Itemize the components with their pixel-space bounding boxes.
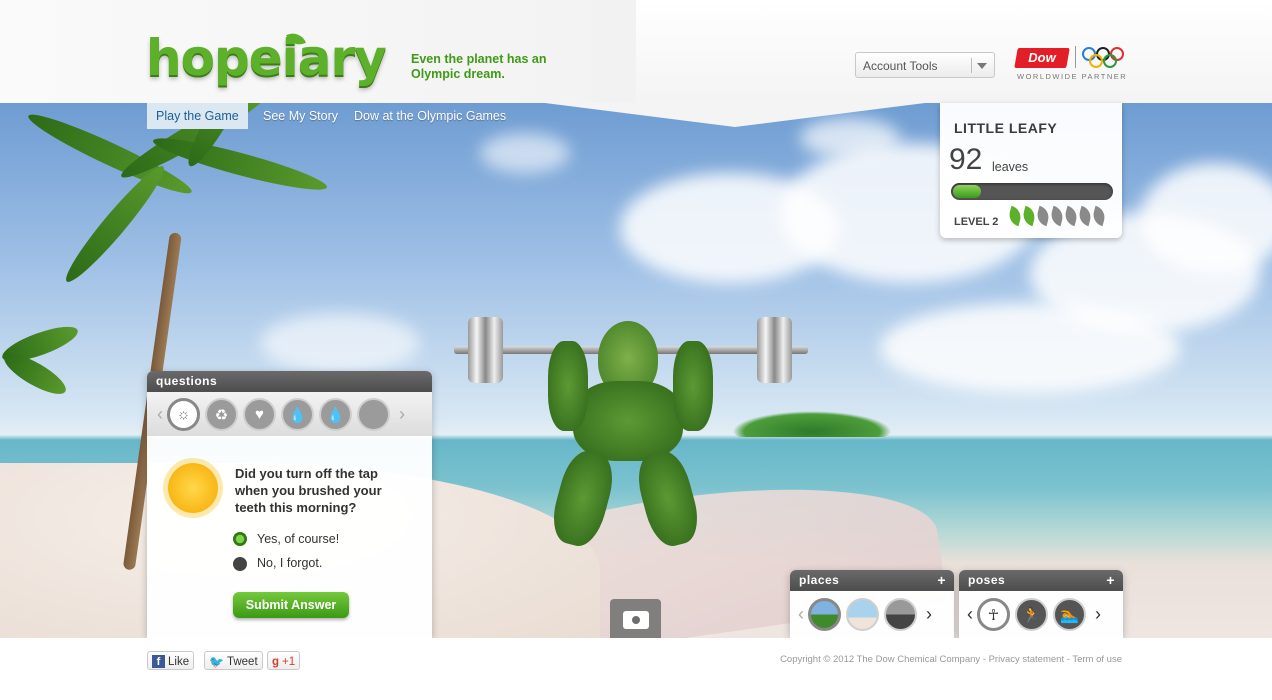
facebook-icon: f xyxy=(152,655,165,668)
chevron-right-icon[interactable]: › xyxy=(1091,604,1105,625)
hopeiary-logo[interactable]: hopeiary xyxy=(146,28,387,88)
leaves-progress-bar xyxy=(951,183,1113,200)
places-panel: places + ‹ › xyxy=(790,570,954,638)
submit-answer-button[interactable]: Submit Answer xyxy=(233,592,349,618)
chevron-left-icon[interactable]: ‹ xyxy=(963,604,977,625)
add-place-icon[interactable]: + xyxy=(937,572,946,588)
poses-panel: poses + ‹ ☥ 🏃 🏊 › xyxy=(959,570,1123,638)
tab-play-the-game[interactable]: Play the Game xyxy=(147,103,248,129)
level-leaves xyxy=(1006,205,1108,230)
google-plus-icon: g xyxy=(272,655,280,668)
level-leaf-icon xyxy=(1034,205,1052,227)
camera-button[interactable] xyxy=(610,599,661,638)
chevron-left-icon[interactable]: ‹ xyxy=(794,604,808,625)
worldwide-partner-label: WORLDWIDE PARTNER xyxy=(1017,72,1128,81)
sun-icon xyxy=(168,463,218,513)
recycle-icon[interactable]: ♻ xyxy=(205,398,238,431)
heart-icon[interactable]: ♥ xyxy=(243,398,276,431)
tweet-button[interactable]: 🐦 Tweet xyxy=(204,651,263,670)
divider xyxy=(1075,46,1076,68)
add-pose-icon[interactable]: + xyxy=(1106,572,1115,588)
poses-icons: ‹ ☥ 🏃 🏊 › xyxy=(963,598,1105,631)
water-drop-icon[interactable]: 💧 xyxy=(281,398,314,431)
pose-weightlift-icon[interactable]: ☥ xyxy=(977,598,1010,631)
tab-dow-olympic-games[interactable]: Dow at the Olympic Games xyxy=(345,103,515,129)
water-drop-icon[interactable]: 💧 xyxy=(319,398,352,431)
twitter-icon: 🐦 xyxy=(209,654,224,669)
option-yes-label[interactable]: Yes, of course! xyxy=(257,532,339,546)
option-no-label[interactable]: No, I forgot. xyxy=(257,556,322,570)
copyright-text: Copyright © 2012 The Dow Chemical Compan… xyxy=(780,654,1122,665)
places-icons: ‹ › xyxy=(794,598,936,631)
pose-run-icon[interactable]: 🏃 xyxy=(1015,598,1048,631)
olympic-rings-icon xyxy=(1082,47,1124,69)
place-field-icon[interactable] xyxy=(808,598,841,631)
blank-icon[interactable] xyxy=(357,398,390,431)
question-icons: ‹ ☼ ♻ ♥ 💧 💧 › xyxy=(153,398,409,431)
level-leaf-icon xyxy=(1048,205,1066,227)
google-plusone-button[interactable]: g +1 xyxy=(267,651,301,670)
places-header: places + xyxy=(790,570,954,591)
account-tools-dropdown[interactable]: Account Tools xyxy=(855,52,995,78)
pose-swim-icon[interactable]: 🏊 xyxy=(1053,598,1086,631)
level-leaf-icon xyxy=(1006,205,1024,227)
level-leaf-icon xyxy=(1090,205,1108,227)
leaves-count: 92 xyxy=(949,143,983,176)
progress-fill xyxy=(953,185,981,198)
level-leaf-icon xyxy=(1020,205,1038,227)
place-mountain-icon[interactable] xyxy=(884,598,917,631)
chevron-down-icon xyxy=(977,63,987,69)
dropdown-separator xyxy=(971,58,972,73)
character-status-panel: LITTLE LEAFY 92 leaves LEVEL 2 xyxy=(940,103,1122,238)
radio-no[interactable] xyxy=(233,557,247,571)
radio-yes[interactable] xyxy=(233,532,247,546)
chevron-left-icon[interactable]: ‹ xyxy=(153,404,167,425)
chevron-right-icon[interactable]: › xyxy=(395,404,409,425)
level-leaf-icon xyxy=(1076,205,1094,227)
leafy-character[interactable] xyxy=(546,321,713,551)
place-beach-icon[interactable] xyxy=(846,598,879,631)
character-name: LITTLE LEAFY xyxy=(954,120,1058,136)
question-text: Did you turn off the tap when you brushe… xyxy=(235,466,382,515)
account-tools-label: Account Tools xyxy=(863,59,938,73)
header-notch xyxy=(545,103,925,127)
tab-see-my-story[interactable]: See My Story xyxy=(254,103,347,129)
level-leaf-icon xyxy=(1062,205,1080,227)
facebook-like-button[interactable]: f Like xyxy=(147,651,195,670)
dow-logo[interactable]: Dow xyxy=(1014,48,1070,68)
chevron-right-icon[interactable]: › xyxy=(922,604,936,625)
leaves-unit: leaves xyxy=(992,160,1029,174)
tagline: Even the planet has an Olympic dream. xyxy=(411,52,547,81)
level-label: LEVEL 2 xyxy=(954,216,999,228)
poses-header: poses + xyxy=(959,570,1123,591)
questions-header: questions xyxy=(147,371,432,392)
island xyxy=(732,411,892,437)
sun-icon[interactable]: ☼ xyxy=(167,398,200,431)
